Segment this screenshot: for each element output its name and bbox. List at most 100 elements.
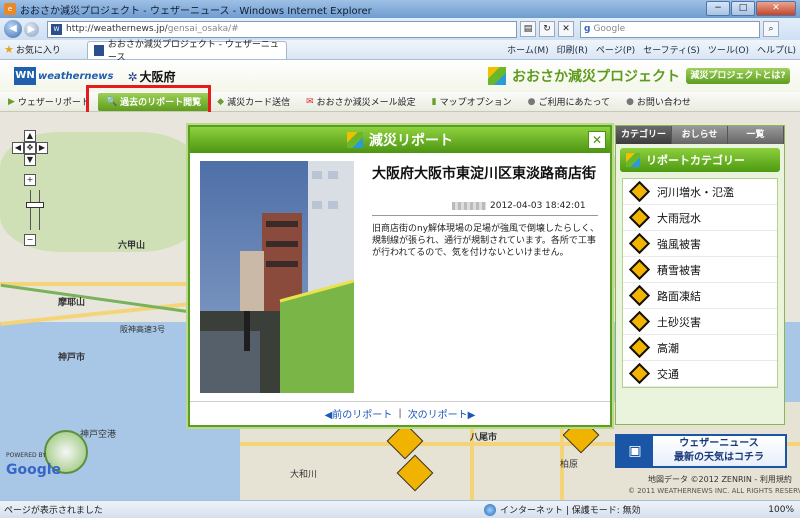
river-flood-icon xyxy=(628,180,651,203)
category-item[interactable]: 土砂災害 xyxy=(623,309,777,335)
back-button[interactable]: ◀ xyxy=(4,20,22,38)
prev-report-link[interactable]: ◀前のリポート xyxy=(325,406,393,421)
zoom-slider-handle[interactable] xyxy=(26,202,44,208)
tab-category[interactable]: カテゴリー xyxy=(616,126,672,144)
what-is-project-button[interactable]: 減災プロジェクトとは? xyxy=(686,68,790,84)
map-road xyxy=(0,282,190,286)
maximize-button[interactable]: □ xyxy=(731,1,755,16)
modal-title: 減災リポート xyxy=(369,133,453,149)
traffic-icon xyxy=(628,362,651,385)
map-data-attribution[interactable]: 地図データ ©2012 ZENRIN - 利用規約 xyxy=(648,474,792,485)
map-label: 大和川 xyxy=(290,470,318,480)
pan-left-button[interactable]: ◀ xyxy=(12,142,24,154)
category-item[interactable]: 交通 xyxy=(623,361,777,387)
bullet-icon: ● xyxy=(527,96,536,107)
map-label: 八尾市 xyxy=(470,433,498,443)
japan-map-icon: ▣ xyxy=(617,436,653,466)
next-report-link[interactable]: 次のリポート▶ xyxy=(408,406,476,421)
cube-logo-icon xyxy=(347,132,363,148)
favorites-bar: ★ お気に入り おおさか減災プロジェクト - ウェザーニュース ホーム(M) 印… xyxy=(0,40,800,63)
menu-contact[interactable]: ● お問い合わせ xyxy=(618,93,699,111)
refresh-button[interactable]: ↻ xyxy=(539,21,555,37)
zoom-slider[interactable] xyxy=(30,190,40,230)
category-item[interactable]: 河川増水・氾濫 xyxy=(623,179,777,205)
project-title: おおさか減災プロジェクト xyxy=(488,66,680,86)
window-title: おおさか減災プロジェクト - ウェザーニュース - Windows Intern… xyxy=(20,5,372,17)
sidebar-heading: リポートカテゴリー xyxy=(620,148,780,172)
map-label: 柏原 xyxy=(560,460,579,470)
weathernews-banner[interactable]: ▣ ウェザーニュース 最新の天気はコチラ xyxy=(615,434,787,468)
landslide-icon xyxy=(628,310,651,333)
browser-tab[interactable]: おおさか減災プロジェクト - ウェザーニュース xyxy=(86,40,287,63)
category-item[interactable]: 強風被害 xyxy=(623,231,777,257)
favorites-label: お気に入り xyxy=(15,46,61,56)
category-item[interactable]: 積雪被害 xyxy=(623,257,777,283)
road-freeze-icon xyxy=(628,284,651,307)
tools-menu[interactable]: ツール(O) xyxy=(708,43,749,56)
category-item[interactable]: 路面凍結 xyxy=(623,283,777,309)
sidebar-tabs: カテゴリー おしらせ 一覧 xyxy=(616,126,784,144)
window-titlebar: e おおさか減災プロジェクト - ウェザーニュース - Windows Inte… xyxy=(0,0,800,18)
category-item[interactable]: 大雨冠水 xyxy=(623,205,777,231)
pagination-separator: | xyxy=(398,408,402,419)
forward-button[interactable]: ▶ xyxy=(24,21,39,37)
modal-close-button[interactable]: ✕ xyxy=(588,131,606,149)
cube-logo-icon xyxy=(488,67,506,85)
map-label: 阪神高速3号 xyxy=(120,325,166,334)
map-label: 六甲山 xyxy=(118,241,146,251)
compat-view-button[interactable]: ▤ xyxy=(520,21,536,37)
menu-map-options[interactable]: ▮ マップオプション xyxy=(424,93,520,111)
snow-icon xyxy=(628,258,651,281)
status-message: ページが表示されました xyxy=(4,506,103,516)
search-button[interactable]: ⌕ xyxy=(763,21,779,37)
help-menu[interactable]: ヘルプ(L) xyxy=(757,43,796,56)
stop-button[interactable]: ✕ xyxy=(558,21,574,37)
tab-list[interactable]: 一覧 xyxy=(728,126,784,144)
star-icon: ★ xyxy=(4,43,14,56)
report-meta: 2012-04-03 18:42:01 xyxy=(452,201,586,211)
copyright: © 2011 WEATHERNEWS INC. ALL RIGHTS RESER… xyxy=(628,487,800,495)
pan-center-button[interactable]: ✥ xyxy=(24,142,36,154)
search-input[interactable]: g Google xyxy=(580,20,760,38)
menu-terms[interactable]: ● ご利用にあたって xyxy=(520,93,618,111)
arrow-icon: ▶ xyxy=(8,96,15,107)
pan-up-button[interactable]: ▲ xyxy=(24,130,36,142)
minimize-button[interactable]: − xyxy=(706,1,730,16)
category-item[interactable]: 高潮 xyxy=(623,335,777,361)
osaka-prefecture-logo: ✲ 大阪府 xyxy=(127,69,176,84)
window-controls: − □ ✕ xyxy=(706,1,796,16)
zoom-out-button[interactable]: − xyxy=(24,234,36,246)
zoom-level[interactable]: 100% xyxy=(768,505,794,515)
safety-menu[interactable]: セーフティ(S) xyxy=(643,43,700,56)
page-menu[interactable]: ページ(P) xyxy=(596,43,635,56)
pan-right-button[interactable]: ▶ xyxy=(36,142,48,154)
security-zone[interactable]: インターネット | 保護モード: 無効 xyxy=(484,503,654,516)
tab-notice[interactable]: おしらせ xyxy=(672,126,728,144)
print-button[interactable]: 印刷(R) xyxy=(557,43,588,56)
divider xyxy=(372,215,598,216)
report-photo[interactable] xyxy=(200,161,354,393)
menu-card-send[interactable]: ◆ 減災カード送信 xyxy=(209,93,298,111)
google-logo[interactable]: Google xyxy=(6,462,61,478)
home-button[interactable]: ホーム(M) xyxy=(507,43,549,56)
zoom-in-button[interactable]: + xyxy=(24,174,36,186)
map-rail xyxy=(0,283,190,314)
category-list: 河川増水・氾濫 大雨冠水 強風被害 積雪被害 路面凍結 土砂災害 高潮 交通 xyxy=(622,178,778,388)
close-window-button[interactable]: ✕ xyxy=(756,1,796,16)
url-input[interactable]: W http://weathernews.jp/gensai_osaka/# xyxy=(47,20,517,38)
weathernews-logo[interactable]: WN weathernews xyxy=(14,67,113,85)
url-main: http://weathernews.jp/ xyxy=(66,24,168,34)
menu-mail-settings[interactable]: ✉ おおさか減災メール設定 xyxy=(298,93,424,111)
strong-wind-icon xyxy=(628,232,651,255)
osaka-emblem-icon: ✲ xyxy=(127,69,138,84)
map-option-icon: ▮ xyxy=(431,96,437,107)
status-bar: ページが表示されました インターネット | 保護モード: 無効 100% xyxy=(0,500,800,518)
favorites-button[interactable]: ★ お気に入り xyxy=(4,43,61,56)
pan-down-button[interactable]: ▼ xyxy=(24,154,36,166)
google-search-icon: g xyxy=(584,24,591,34)
modal-pagination: ◀前のリポート | 次のリポート▶ xyxy=(190,401,610,425)
menu-weather-report[interactable]: ▶ ウェザーリポート xyxy=(0,93,98,111)
report-body: 旧商店街のny解体現場の足場が強風で倒壊したらしく、規制線が張られ、通行が規制さ… xyxy=(372,224,600,258)
banner-line1: ウェザーニュース xyxy=(679,438,759,449)
modal-header: 減災リポート xyxy=(190,127,610,153)
